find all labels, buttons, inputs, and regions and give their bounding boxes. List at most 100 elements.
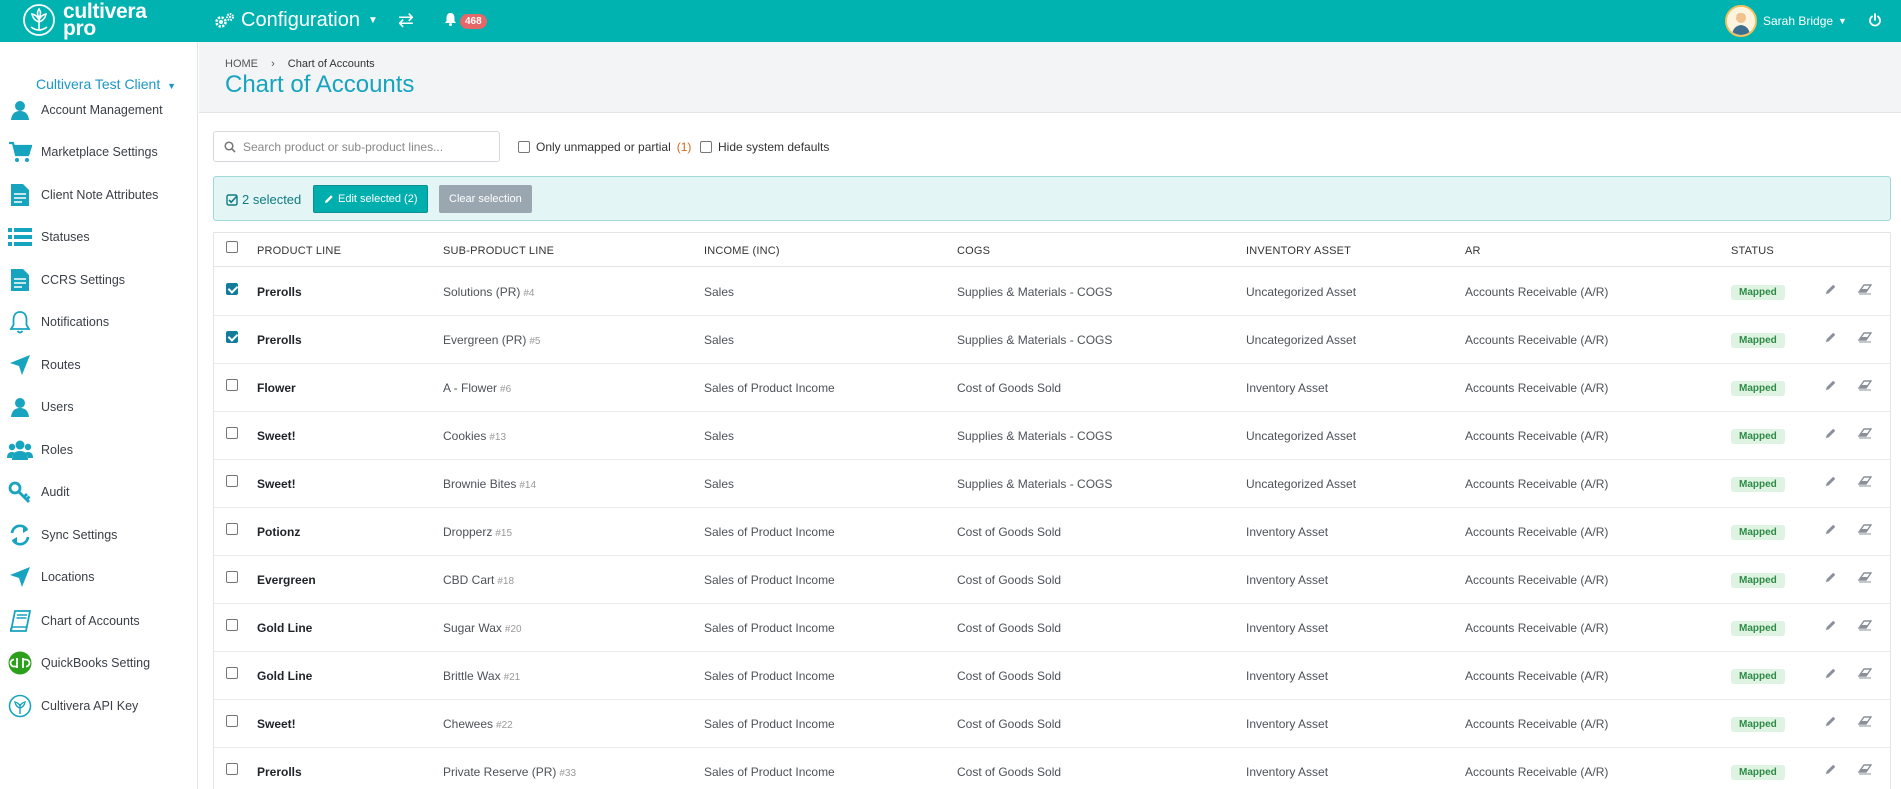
table-row[interactable]: Sweet! Cookies #13 Sales Supplies & Material… <box>214 412 1890 460</box>
pencil-icon[interactable] <box>1825 523 1837 538</box>
table-row[interactable]: Prerolls Solutions (PR) #4 Sales Supplies & … <box>214 268 1890 316</box>
sidebar-item-audit[interactable]: Audit <box>0 470 198 513</box>
row-select[interactable] <box>226 715 244 730</box>
sidebar-item-account-management[interactable]: Account Management <box>0 88 198 131</box>
sidebar-item-ccrs-settings[interactable]: CCRS Settings <box>0 258 198 301</box>
eraser-icon[interactable] <box>1857 619 1873 634</box>
row-checkbox[interactable] <box>226 667 238 679</box>
sidebar-item-users[interactable]: Users <box>0 385 198 428</box>
row-select[interactable] <box>226 475 244 490</box>
clear-selection-button[interactable]: Clear selection <box>439 185 532 213</box>
column-header-inventory-asset[interactable]: INVENTORY ASSET <box>1246 245 1351 257</box>
row-checkbox[interactable] <box>226 571 238 583</box>
pencil-icon[interactable] <box>1825 571 1837 586</box>
row-checkbox[interactable] <box>226 475 238 487</box>
pencil-icon[interactable] <box>1825 619 1837 634</box>
pencil-icon[interactable] <box>1825 763 1837 778</box>
swap-arrows-icon[interactable]: ⇄ <box>398 9 414 32</box>
eraser-icon[interactable] <box>1857 763 1873 778</box>
table-row[interactable]: Gold Line Sugar Wax #20 Sales of Product In… <box>214 604 1890 652</box>
row-checkbox[interactable] <box>226 763 238 775</box>
sidebar-item-statuses[interactable]: Statuses <box>0 215 198 258</box>
bell-icon[interactable] <box>444 12 457 26</box>
sidebar-item-quickbooks-setting[interactable]: QuickBooks Setting <box>0 641 198 684</box>
row-checkbox[interactable] <box>226 379 238 391</box>
sidebar-item-cultivera-api-key[interactable]: Cultivera API Key <box>0 684 198 727</box>
table-row[interactable]: Prerolls Private Reserve (PR) #33 Sales of … <box>214 748 1890 789</box>
pencil-icon[interactable] <box>1825 331 1837 346</box>
table-row[interactable]: Evergreen CBD Cart #18 Sales of Product Inc… <box>214 556 1890 604</box>
row-checkbox[interactable] <box>226 331 238 343</box>
power-icon[interactable] <box>1868 13 1882 27</box>
eraser-icon[interactable] <box>1857 379 1873 394</box>
column-header-ar[interactable]: AR <box>1465 245 1481 257</box>
column-header-sub-product-line[interactable]: SUB-PRODUCT LINE <box>443 245 554 257</box>
select-all[interactable] <box>226 241 244 256</box>
row-checkbox[interactable] <box>226 619 238 631</box>
sidebar-item-client-note-attributes[interactable]: Client Note Attributes <box>0 173 198 216</box>
notification-count-badge[interactable]: 468 <box>460 14 487 29</box>
select-all-checkbox[interactable] <box>226 241 238 253</box>
table-row[interactable]: Sweet! Chewees #22 Sales of Product Income C… <box>214 700 1890 748</box>
row-select[interactable] <box>226 667 244 682</box>
ar-cell: Accounts Receivable (A/R) <box>1465 285 1609 299</box>
sidebar-item-notifications[interactable]: Notifications <box>0 300 198 343</box>
pencil-icon[interactable] <box>1825 379 1837 394</box>
eraser-icon[interactable] <box>1857 331 1873 346</box>
sub-product-name: Brittle Wax <box>443 669 501 683</box>
search-input[interactable] <box>243 137 493 157</box>
sidebar-item-routes[interactable]: Routes <box>0 343 198 386</box>
row-checkbox[interactable] <box>226 283 238 295</box>
row-select[interactable] <box>226 571 244 586</box>
row-checkbox[interactable] <box>226 715 238 727</box>
row-select[interactable] <box>226 427 244 442</box>
eraser-icon[interactable] <box>1857 571 1873 586</box>
table-row[interactable]: Flower A - Flower #6 Sales of Product Incom… <box>214 364 1890 412</box>
row-select[interactable] <box>226 379 244 394</box>
pencil-icon[interactable] <box>1825 667 1837 682</box>
column-header-status[interactable]: STATUS <box>1731 245 1774 257</box>
eraser-icon[interactable] <box>1857 715 1873 730</box>
pencil-icon[interactable] <box>1825 427 1837 442</box>
only-unmapped-checkbox[interactable] <box>518 141 530 153</box>
eraser-icon[interactable] <box>1857 283 1873 298</box>
pencil-icon[interactable] <box>1825 283 1837 298</box>
eraser-icon[interactable] <box>1857 427 1873 442</box>
table-row[interactable]: Gold Line Brittle Wax #21 Sales of Product … <box>214 652 1890 700</box>
brand-logo[interactable]: cultivera pro <box>22 1 147 39</box>
sidebar-item-marketplace-settings[interactable]: Marketplace Settings <box>0 130 198 173</box>
user-menu[interactable]: Sarah Bridge ▼ <box>1725 5 1847 37</box>
income-cell: Sales of Product Income <box>704 381 835 395</box>
sidebar-item-sync-settings[interactable]: Sync Settings <box>0 513 198 556</box>
row-checkbox[interactable] <box>226 523 238 535</box>
eraser-icon[interactable] <box>1857 475 1873 490</box>
breadcrumb-home[interactable]: HOME <box>225 58 258 70</box>
edit-selected-button[interactable]: Edit selected (2) <box>313 185 429 213</box>
sidebar-item-locations[interactable]: Locations <box>0 555 198 598</box>
column-header-product-line[interactable]: PRODUCT LINE <box>257 245 341 257</box>
hide-defaults-filter[interactable]: Hide system defaults <box>700 140 829 154</box>
row-select[interactable] <box>226 331 244 346</box>
column-header-cogs[interactable]: COGS <box>957 245 990 257</box>
hide-defaults-checkbox[interactable] <box>700 141 712 153</box>
sidebar-item-label: Locations <box>41 569 95 584</box>
column-header-income[interactable]: INCOME (INC) <box>704 245 780 257</box>
row-select[interactable] <box>226 283 244 298</box>
search-box[interactable] <box>213 131 500 162</box>
only-unmapped-filter[interactable]: Only unmapped or partial (1) <box>518 140 691 154</box>
eraser-icon[interactable] <box>1857 667 1873 682</box>
pencil-icon[interactable] <box>1825 475 1837 490</box>
row-select[interactable] <box>226 763 244 778</box>
row-select[interactable] <box>226 619 244 634</box>
configuration-menu[interactable]: Configuration ▼ <box>214 9 378 32</box>
sidebar-item-chart-of-accounts[interactable]: Chart of Accounts <box>0 599 198 642</box>
table-row[interactable]: Prerolls Evergreen (PR) #5 Sales Supplies & … <box>214 316 1890 364</box>
table-row[interactable]: Sweet! Brownie Bites #14 Sales Supplies & Ma… <box>214 460 1890 508</box>
eraser-icon[interactable] <box>1857 523 1873 538</box>
pencil-icon[interactable] <box>1825 715 1837 730</box>
sidebar-item-roles[interactable]: Roles <box>0 428 198 471</box>
gears-icon <box>215 12 234 28</box>
table-row[interactable]: Potionz Dropperz #15 Sales of Product Incom… <box>214 508 1890 556</box>
row-checkbox[interactable] <box>226 427 238 439</box>
row-select[interactable] <box>226 523 244 538</box>
